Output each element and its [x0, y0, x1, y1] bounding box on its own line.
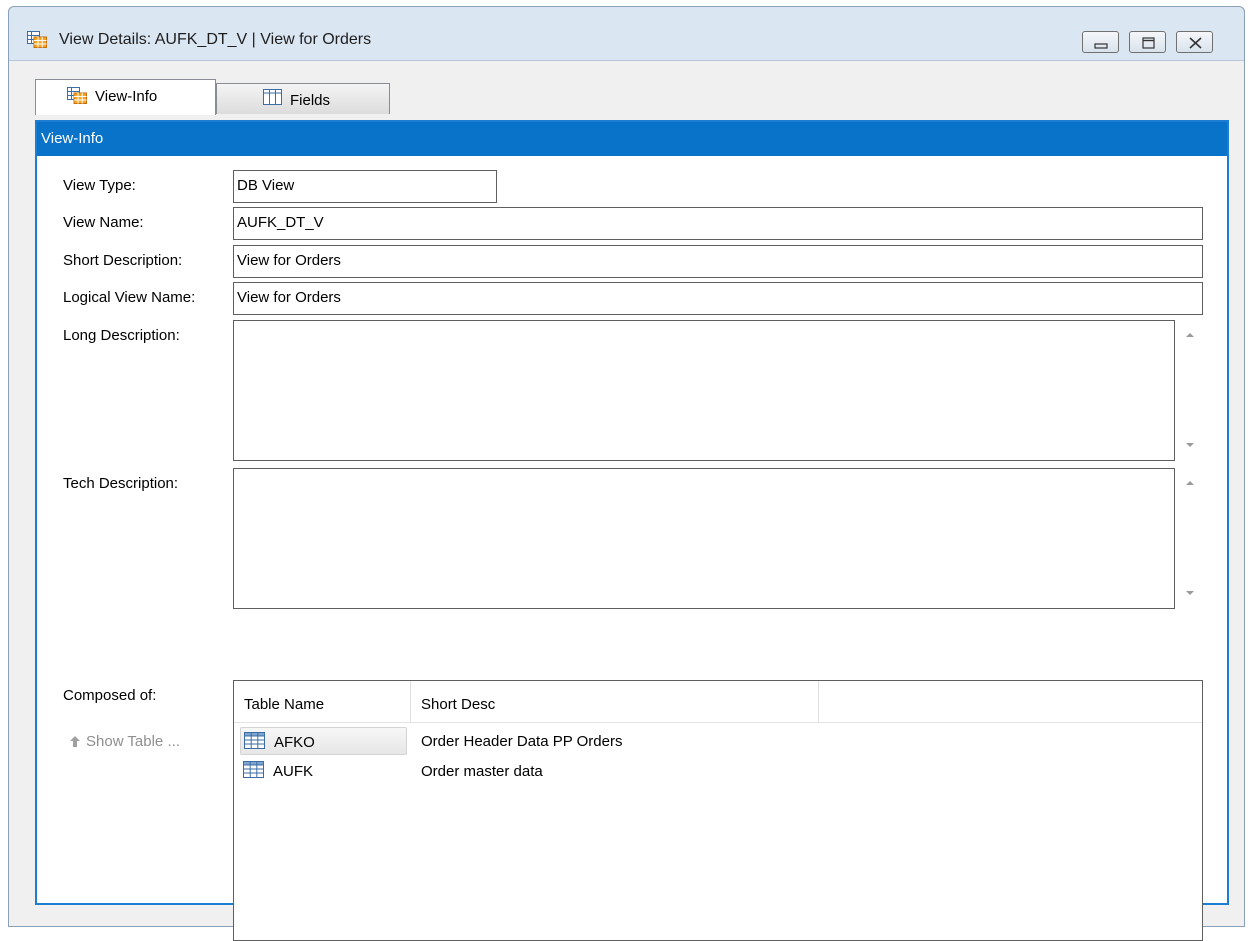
title-bar[interactable]: View Details: AUFK_DT_V | View for Order… — [9, 7, 1244, 59]
table-name-cell[interactable]: AUFK — [240, 757, 407, 785]
table-name-cell[interactable]: AFKO — [240, 727, 407, 755]
table-row[interactable]: AUFK Order master data — [234, 756, 1202, 786]
minimize-button[interactable] — [1082, 31, 1119, 53]
view-details-window: View Details: AUFK_DT_V | View for Order… — [8, 6, 1245, 941]
minimize-icon — [1094, 43, 1108, 49]
tab-fields[interactable]: Fields — [216, 83, 390, 114]
tab-label: Fields — [290, 92, 331, 109]
view-type-field[interactable]: DB View — [233, 170, 497, 203]
panel-title: View-Info — [41, 130, 104, 147]
tab-view-info[interactable]: View-Info — [35, 79, 216, 115]
window-client-area: View-Info Fields View-Info View Type: DB… — [9, 60, 1244, 941]
columns-icon — [263, 89, 282, 105]
table-short-desc: Order master data — [421, 763, 543, 780]
panel-header: View-Info — [37, 122, 1227, 156]
view-table-icon — [67, 87, 87, 104]
scroll-down-icon[interactable] — [1185, 590, 1195, 596]
composed-of-label: Composed of: — [63, 687, 157, 704]
logical-view-name-field[interactable]: View for Orders — [233, 282, 1203, 315]
short-description-field[interactable]: View for Orders — [233, 245, 1203, 278]
column-header-table-name[interactable]: Table Name — [234, 681, 411, 722]
table-name: AFKO — [274, 734, 315, 751]
maximize-button[interactable] — [1129, 31, 1166, 53]
column-header-label: Short Desc — [421, 696, 496, 713]
close-button[interactable] — [1176, 31, 1213, 53]
scroll-up-icon[interactable] — [1185, 332, 1195, 338]
table-row[interactable]: AFKO Order Header Data PP Orders — [234, 726, 1202, 756]
show-table-label: Show Table ... — [86, 733, 180, 750]
tech-description-textarea[interactable] — [233, 468, 1175, 609]
column-header-short-desc[interactable]: Short Desc — [411, 681, 819, 722]
view-type-label: View Type: — [63, 177, 136, 194]
scroll-up-icon[interactable] — [1185, 480, 1195, 486]
logical-view-name-label: Logical View Name: — [63, 289, 196, 306]
tech-description-label: Tech Description: — [63, 475, 179, 492]
short-description-label: Short Description: — [63, 252, 183, 269]
column-header-label: Table Name — [244, 696, 325, 713]
table-header: Table Name Short Desc — [234, 681, 1202, 723]
table-name: AUFK — [273, 763, 314, 780]
table-grid-icon — [243, 761, 264, 778]
view-name-label: View Name: — [63, 214, 144, 231]
view-table-icon — [27, 31, 47, 48]
tech-description-scrollbar[interactable] — [1181, 468, 1199, 609]
tab-label: View-Info — [95, 88, 158, 105]
long-description-textarea[interactable] — [233, 320, 1175, 461]
close-icon — [1189, 37, 1202, 49]
maximize-icon — [1142, 37, 1155, 49]
up-arrow-icon — [70, 736, 80, 747]
scroll-down-icon[interactable] — [1185, 442, 1195, 448]
long-description-label: Long Description: — [63, 327, 180, 344]
view-info-panel: View-Info View Type: DB View View Name: … — [35, 120, 1229, 941]
long-description-scrollbar[interactable] — [1181, 320, 1199, 461]
table-grid-icon — [244, 732, 265, 749]
window-title: View Details: AUFK_DT_V | View for Order… — [59, 31, 372, 48]
table-short-desc: Order Header Data PP Orders — [421, 733, 623, 750]
composed-of-table: Table Name Short Desc AFKO Order Header … — [233, 680, 1203, 941]
view-name-field[interactable]: AUFK_DT_V — [233, 207, 1203, 240]
